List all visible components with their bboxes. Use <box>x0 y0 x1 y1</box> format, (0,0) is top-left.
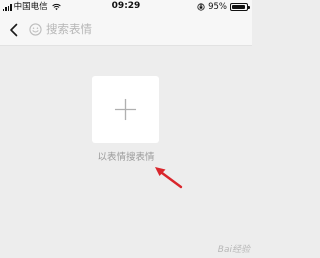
search-input[interactable]: 搜索表情 <box>46 22 92 37</box>
annotation-arrow-icon <box>155 167 183 189</box>
status-bar: 中国电信 09:29 95% <box>0 0 252 14</box>
battery-level <box>232 5 246 9</box>
search-bar: 搜索表情 <box>0 14 252 46</box>
battery-percent: 95% <box>208 2 227 12</box>
chevron-left-icon[interactable] <box>7 22 21 38</box>
status-right: 95% <box>197 2 250 12</box>
add-hint-label: 以表情搜表情 <box>97 152 155 163</box>
smiley-icon <box>29 23 42 36</box>
add-sticker-button[interactable] <box>92 76 159 143</box>
rotation-lock-icon <box>197 3 205 11</box>
battery-icon <box>230 3 250 11</box>
plus-icon <box>114 98 137 121</box>
watermark: Bai经验 <box>217 245 250 255</box>
battery-tip <box>248 6 250 9</box>
